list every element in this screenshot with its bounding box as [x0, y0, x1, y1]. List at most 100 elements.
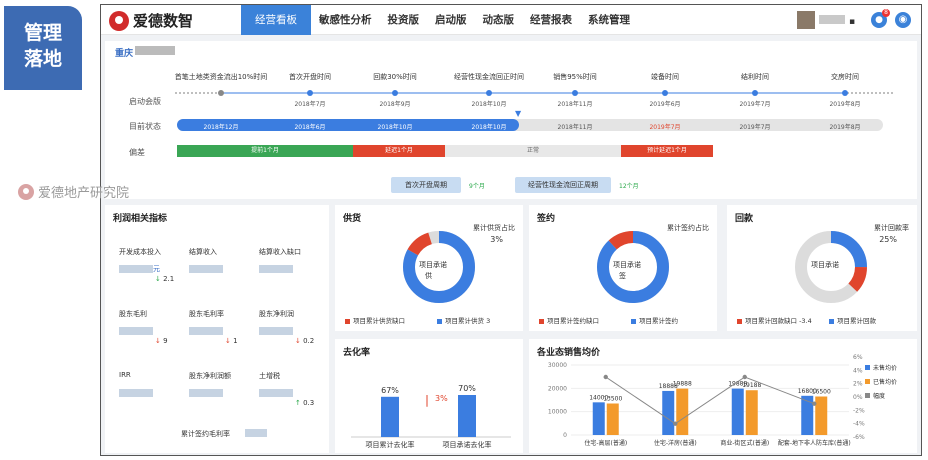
- price-category: 配套-地下非人防车库(普通): [778, 439, 851, 447]
- y2-tick: 6%: [853, 354, 863, 361]
- milestone-dot: [752, 90, 758, 96]
- y2-tick: -2%: [853, 407, 865, 414]
- username-blurred[interactable]: [819, 15, 845, 24]
- nav-item-4[interactable]: 动态版: [475, 5, 523, 35]
- price-bar: [662, 390, 675, 435]
- logo[interactable]: 爱德数智: [109, 10, 193, 31]
- change-point: [812, 401, 817, 406]
- price-bar-label: 19888: [673, 381, 692, 388]
- status-date: 2018年6月: [294, 124, 326, 131]
- deviation-segment: 正常: [445, 145, 621, 157]
- metric-value-blurred: [189, 389, 223, 397]
- metric-change-value: 0.2: [303, 337, 315, 345]
- status-date: 2018年12月: [203, 124, 239, 131]
- donut-card: 签约 累计签约占比 项目承诺签项目累计签约缺口 项目累计签约: [529, 205, 717, 331]
- donut-title: 回款: [735, 214, 754, 224]
- user-dropdown-icon[interactable]: ▪: [849, 17, 855, 27]
- metric-change: ↓ 9: [155, 337, 168, 345]
- donut-center-value: 签: [619, 272, 626, 280]
- milestone-dot: [572, 90, 578, 96]
- metric-value-blurred: [189, 265, 223, 273]
- nav-item-0[interactable]: 经营看板: [241, 5, 311, 35]
- timeline-panel: 重庆 启动会版 目前状态 偏差 首笔土地类资金流出10%时间 首次开盘时间 2018…: [105, 41, 917, 199]
- cycle-value: 9个月: [469, 183, 485, 190]
- donut-center-value: 供: [425, 272, 432, 280]
- metric-change-value: 9: [163, 337, 168, 345]
- profit-bottom-value: [245, 429, 267, 437]
- legend-text: 项目累计回款: [837, 317, 876, 325]
- legend-swatch: [865, 379, 870, 384]
- profit-bottom-label: 累计签约毛利率: [181, 430, 230, 438]
- nav-item-3[interactable]: 启动版: [427, 5, 475, 35]
- legend-swatch: [437, 318, 442, 324]
- watermark-logo-icon: [18, 183, 34, 200]
- milestone-date: 2018年9月: [379, 101, 411, 108]
- donut-center-label: 项目承诺: [811, 261, 839, 269]
- nav-item-6[interactable]: 系统管理: [580, 5, 638, 35]
- deviation-segment: 预计延迟1个月: [621, 145, 713, 157]
- milestone-name: 回款30%时间: [373, 73, 417, 81]
- milestone-date: 2019年8月: [829, 101, 861, 108]
- donut-legend-item: 项目累计签约缺口: [539, 315, 599, 325]
- metric-label: 股东净利润额: [189, 372, 231, 380]
- watermark: 爱德地产研究院: [18, 182, 129, 201]
- price-chart: 30000200001000006%4%2%0%-2%-4%-6%1400013…: [548, 354, 897, 447]
- donut-legend-item: 项目累计签约: [631, 315, 678, 325]
- y2-tick: 0%: [853, 394, 863, 401]
- badge-line1: 管理: [23, 22, 62, 44]
- deviation-label: 预计延迟1个月: [647, 147, 687, 154]
- logo-icon: [109, 10, 129, 31]
- price-bar-label: 16500: [812, 389, 831, 396]
- cycle-label: 经营性现金流回正周期: [515, 177, 611, 193]
- destock-bar: [381, 396, 399, 437]
- milestone-name: 首笔土地类资金流出10%时间: [174, 73, 268, 81]
- milestone-date: 2019年7月: [739, 101, 771, 108]
- milestone-name: 结利时间: [741, 73, 769, 81]
- milestone-name: 竣备时间: [651, 73, 679, 81]
- change-point: [742, 374, 747, 380]
- destock-category: 项目累计去化率: [366, 440, 415, 449]
- milestone-dot: [307, 90, 313, 96]
- metric-value-blurred: [119, 389, 153, 397]
- donut-title: 供货: [343, 214, 362, 224]
- donut-card: 供货 累计供货占比 3% 项目承诺供项目累计供货缺口 项目累计供货 3: [335, 205, 523, 331]
- legend-swatch: [345, 318, 350, 324]
- badge-line2: 落地: [23, 48, 62, 70]
- legend-text: 幅度: [873, 392, 885, 400]
- status-bar: [177, 119, 883, 131]
- price-bar-label: 13500: [603, 396, 622, 403]
- avatar[interactable]: [797, 11, 815, 29]
- donut-title: 签约: [537, 214, 556, 224]
- price-bar: [592, 402, 605, 435]
- price-category: 住宅-洋房(普通): [654, 439, 697, 447]
- destock-bar-label: 70%: [458, 384, 476, 393]
- donut-card: 回款 累计回款率 25% 项目承诺 项目累计回款缺口 -3.4 项目累计回款: [727, 205, 917, 331]
- price-bar: [815, 396, 828, 435]
- logo-text: 爱德数智: [133, 12, 194, 30]
- metric-change-value: 2.1: [163, 275, 175, 283]
- project-name[interactable]: 重庆: [115, 46, 133, 59]
- status-date: 2019年8月: [829, 124, 861, 131]
- legend-text: 项目累计回款缺口 -3.4: [745, 317, 812, 325]
- metric-value-blurred: [189, 327, 223, 335]
- globe-icon[interactable]: ◉: [895, 12, 911, 28]
- nav-item-1[interactable]: 敏感性分析: [311, 5, 380, 35]
- top-bar: 爱德数智 经营看板 敏感性分析 投资版 启动版 动态版 经营报表 系统管理 ▪ ● 8 ◉: [101, 5, 921, 35]
- destock-category: 项目承诺去化率: [443, 440, 492, 449]
- nav-item-2[interactable]: 投资版: [380, 5, 428, 35]
- status-date: 2018年10月: [471, 124, 507, 131]
- metric-change: ↑ 0.3: [295, 399, 314, 407]
- metric-label: 股东毛利: [119, 310, 147, 318]
- nav-item-5[interactable]: 经营报表: [522, 5, 580, 35]
- status-date: 2018年11月: [557, 124, 593, 131]
- milestone-dot: [218, 90, 224, 96]
- arrow-up-icon: ↑: [295, 399, 304, 407]
- metric-label: 股东毛利率: [189, 310, 224, 318]
- price-bar-label: 19188: [742, 382, 761, 389]
- milestone-date: 2018年11月: [557, 101, 593, 108]
- cycle-value: 12个月: [619, 183, 639, 190]
- change-point: [603, 374, 608, 380]
- metric-label: IRR: [119, 371, 131, 379]
- arrow-down-icon: ↓: [155, 337, 164, 345]
- y-tick: 0: [563, 432, 567, 439]
